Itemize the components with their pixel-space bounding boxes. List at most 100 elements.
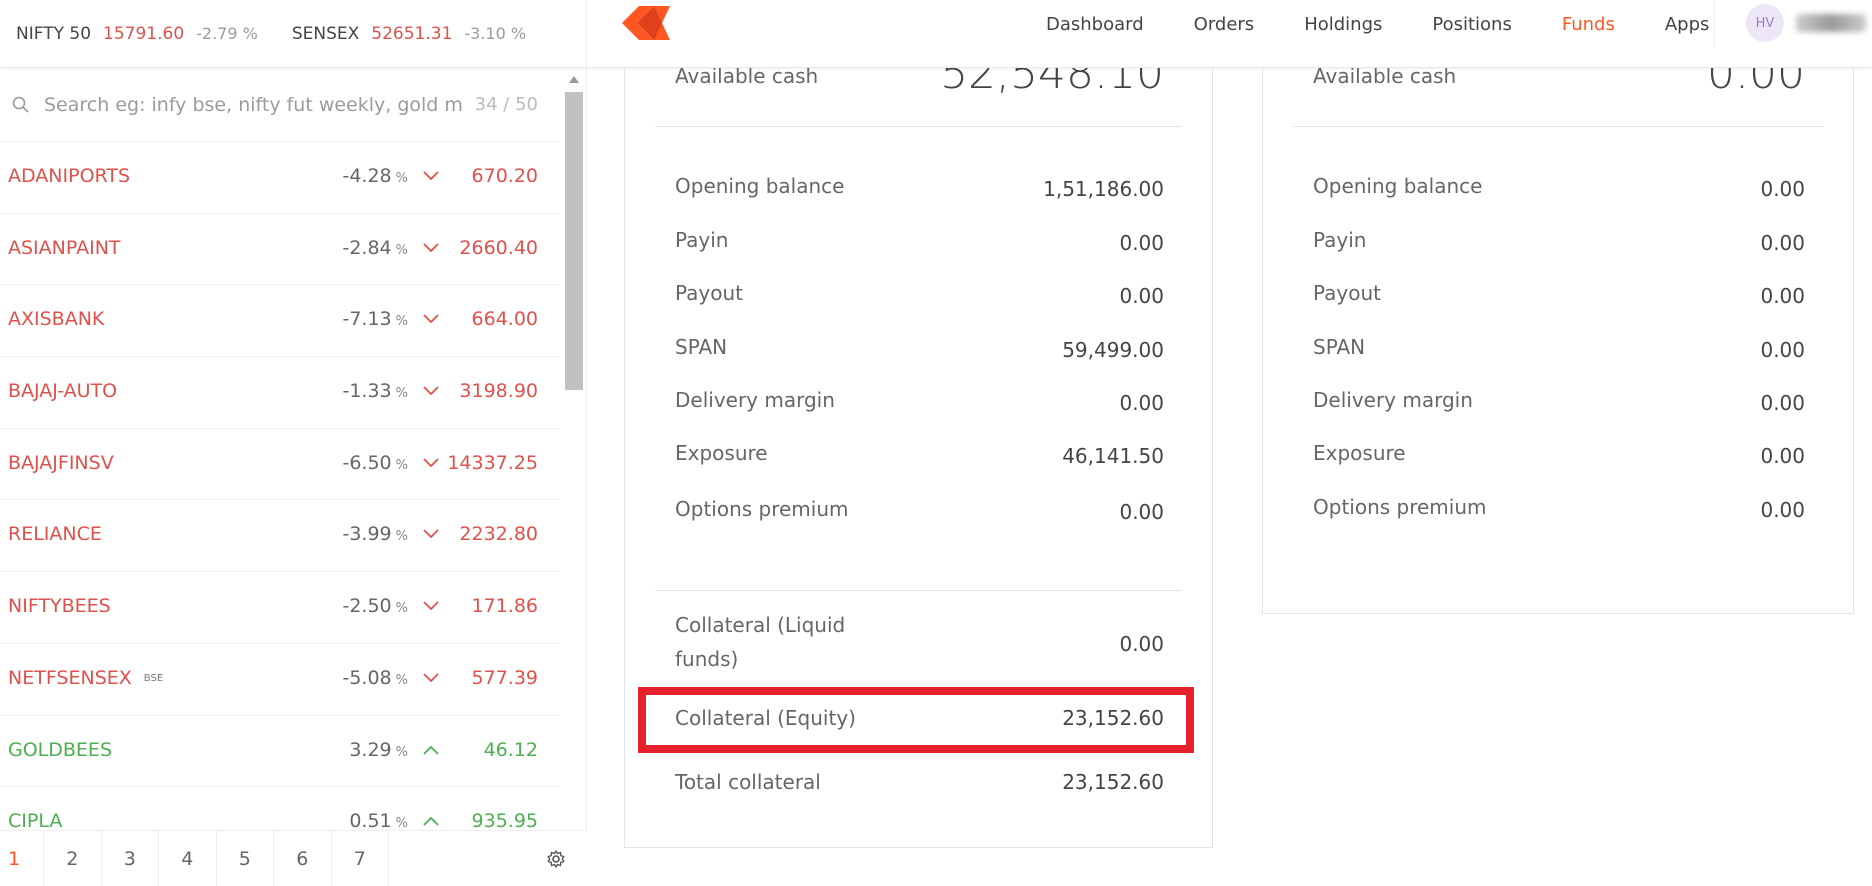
last-price: 664.00 <box>471 308 538 331</box>
scroll-up-icon[interactable] <box>569 76 579 83</box>
divider <box>1293 126 1823 127</box>
watchlist-page-3[interactable]: 3 <box>102 831 159 886</box>
watchlist-item[interactable]: RELIANCE -3.99% 2232.80 <box>0 500 560 573</box>
row-label: Opening balance <box>1313 174 1483 198</box>
row-label: Exposure <box>675 441 768 465</box>
index-nifty[interactable]: NIFTY 50 15791.60 -2.79 % <box>16 24 258 44</box>
nav-apps[interactable]: Apps <box>1665 14 1710 35</box>
chevron-down-icon <box>423 601 439 611</box>
last-price: 670.20 <box>471 165 538 187</box>
row-value: 0.00 <box>1760 498 1805 522</box>
row-label: Options premium <box>1313 495 1487 519</box>
row-label: Payin <box>1313 228 1367 252</box>
watchlist-item[interactable]: ASIANPAINT -2.84% 2660.40 <box>0 214 560 286</box>
chevron-up-icon <box>423 745 439 755</box>
watchlist-pager: 1234567 <box>0 830 587 886</box>
user-avatar[interactable]: HV <box>1746 4 1784 42</box>
row-label: SPAN <box>1313 335 1366 359</box>
instrument-symbol: NETFSENSEX BSE <box>8 666 164 689</box>
index-sensex[interactable]: SENSEX 52651.31 -3.10 % <box>292 24 526 44</box>
divider <box>655 590 1182 591</box>
index-name: SENSEX <box>291 24 360 44</box>
change-percent: -5.08% <box>342 666 408 689</box>
row-value: 0.00 <box>1119 231 1164 255</box>
nav-holdings[interactable]: Holdings <box>1304 14 1382 35</box>
row-label: SPAN <box>675 335 728 359</box>
instrument-symbol: ASIANPAINT <box>8 236 121 259</box>
change-percent: 3.29% <box>349 738 408 761</box>
nav-positions[interactable]: Positions <box>1432 14 1511 35</box>
chevron-down-icon <box>423 243 439 252</box>
top-header: NIFTY 50 15791.60 -2.79 % SENSEX 52651.3… <box>0 0 1872 68</box>
watchlist-item[interactable]: BAJAJFINSV -6.50% 14337.25 <box>0 429 560 501</box>
change-percent: -2.84% <box>342 236 408 259</box>
watchlist-item[interactable]: GOLDBEES 3.29% 46.12 <box>0 716 560 788</box>
chevron-down-icon <box>423 171 439 181</box>
watchlist-item[interactable]: NIFTYBEES -2.50% 171.86 <box>0 572 560 644</box>
watchlist-count: 34 / 50 <box>474 94 538 115</box>
row-value: 0.00 <box>1119 391 1164 415</box>
watchlist-item[interactable]: ADANIPORTS -4.28% 670.20 <box>0 142 560 214</box>
instrument-symbol: BAJAJFINSV <box>8 451 114 474</box>
last-price: 577.39 <box>471 666 538 689</box>
watchlist-page-1[interactable]: 1 <box>0 831 44 886</box>
watchlist-page-5[interactable]: 5 <box>217 831 274 886</box>
chevron-down-icon <box>423 314 439 324</box>
gear-icon[interactable] <box>546 849 566 869</box>
index-name: NIFTY 50 <box>16 24 92 44</box>
collateral-equity-highlight <box>638 687 1194 753</box>
search-bar: 34 / 50 <box>0 68 560 142</box>
chevron-down-icon <box>423 458 439 468</box>
instrument-symbol: NIFTYBEES <box>8 595 111 618</box>
last-price: 171.86 <box>471 595 538 618</box>
chevron-down-icon <box>423 673 439 683</box>
watchlist-page-2[interactable]: 2 <box>44 831 102 886</box>
instrument-symbol: ADANIPORTS <box>8 165 131 187</box>
instrument-symbol: RELIANCE <box>8 523 102 546</box>
instrument-symbol: GOLDBEES <box>8 738 112 761</box>
watchlist-item[interactable]: NETFSENSEX BSE -5.08% 577.39 <box>0 644 560 716</box>
row-label: Exposure <box>1313 441 1406 465</box>
main-nav: Dashboard Orders Holdings Positions Fund… <box>1046 0 1759 48</box>
nav-dashboard[interactable]: Dashboard <box>1046 14 1144 35</box>
row-label: Payout <box>1313 281 1382 305</box>
row-value: 0.00 <box>1119 284 1164 308</box>
watchlist-page-7[interactable]: 7 <box>332 831 389 886</box>
nav-funds[interactable]: Funds <box>1562 14 1615 35</box>
row-value: 46,141.50 <box>1062 444 1164 468</box>
search-input[interactable] <box>44 88 464 122</box>
divider <box>655 126 1182 127</box>
last-price: 14337.25 <box>447 451 538 474</box>
row-value: 0.00 <box>1760 177 1805 201</box>
row-value: 0.00 <box>1760 391 1805 415</box>
commodity-funds-card: Available cash 0.00 Opening balance 0.00 P… <box>1262 40 1854 614</box>
last-price: 2660.40 <box>459 236 538 259</box>
watchlist-page-4[interactable]: 4 <box>159 831 217 886</box>
change-percent: 0.51% <box>349 810 408 833</box>
last-price: 3198.90 <box>459 380 538 403</box>
last-price: 2232.80 <box>459 523 538 546</box>
change-percent: -3.99% <box>342 523 408 546</box>
row-label: Delivery margin <box>675 388 835 412</box>
instrument-symbol: CIPLA <box>8 810 63 833</box>
kite-logo-icon[interactable] <box>622 6 672 40</box>
last-price: 46.12 <box>483 738 538 761</box>
watchlist-page-6[interactable]: 6 <box>274 831 332 886</box>
row-value: 0.00 <box>1760 231 1805 255</box>
user-id-redacted[interactable] <box>1796 14 1866 32</box>
watchlist-scrollbar[interactable] <box>564 68 584 830</box>
scroll-thumb[interactable] <box>565 92 583 390</box>
nav-orders[interactable]: Orders <box>1194 14 1255 35</box>
row-value: 0.00 <box>1119 500 1164 524</box>
index-change: -3.10 % <box>464 24 527 43</box>
search-icon <box>12 96 29 113</box>
row-label: Opening balance <box>675 174 845 198</box>
watchlist-item[interactable]: BAJAJ-AUTO -1.33% 3198.90 <box>0 357 560 429</box>
watchlist-item[interactable]: AXISBANK -7.13% 664.00 <box>0 285 560 358</box>
change-percent: -2.50% <box>342 595 408 618</box>
row-value: 0.00 <box>1760 444 1805 468</box>
row-value: 23,152.60 <box>1062 770 1164 794</box>
index-value: 15791.60 <box>103 24 185 44</box>
row-label: Options premium <box>675 497 849 521</box>
nav-divider <box>1714 0 1715 48</box>
